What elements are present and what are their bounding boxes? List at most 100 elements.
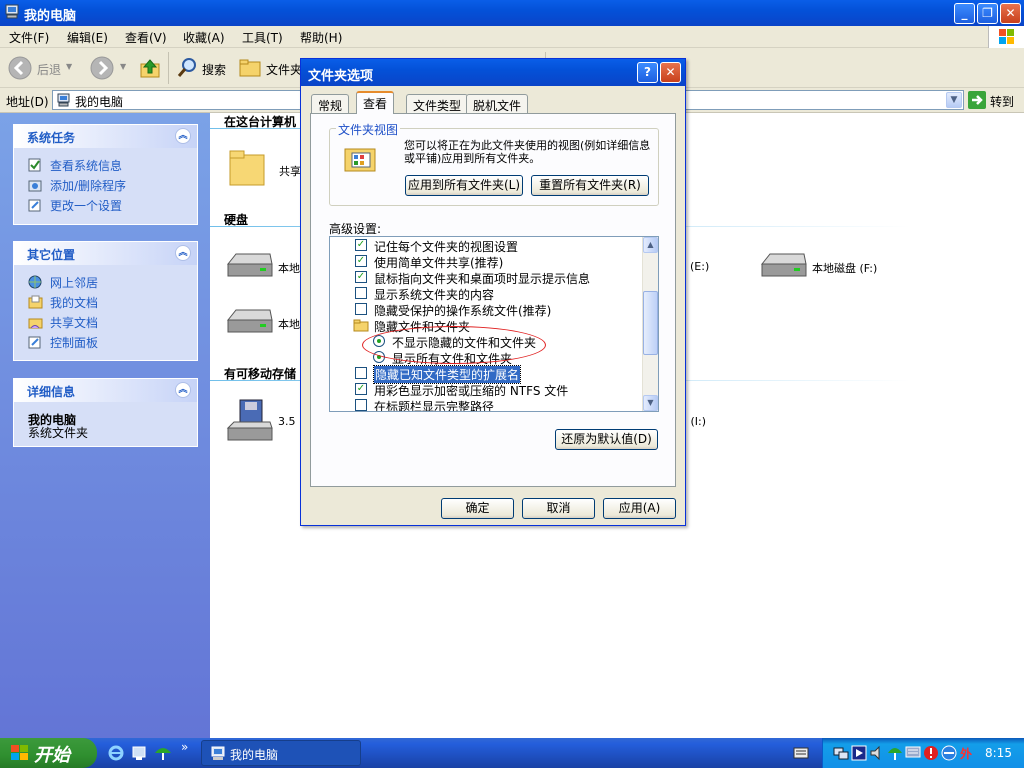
system-tasks-header[interactable]: 系统任务 ︽ (14, 125, 197, 148)
taskbar-item-my-computer[interactable]: 我的电脑 (201, 740, 361, 766)
shared-documents-icon (28, 318, 43, 329)
scroll-up-arrow-icon[interactable]: ▲ (643, 237, 658, 253)
folder-icon (229, 150, 265, 186)
link-change-setting[interactable]: 更改一个设置 (50, 197, 122, 214)
other-places-header[interactable]: 其它位置 ︽ (14, 242, 197, 265)
minimize-button[interactable]: _ (954, 3, 975, 24)
window-title: 我的电脑 (24, 9, 77, 24)
checkbox-checked[interactable]: ✓ (355, 255, 367, 267)
go-arrow-icon (968, 91, 986, 109)
windows-logo-icon (988, 26, 1024, 48)
checkbox-unchecked[interactable] (355, 399, 367, 411)
dialog-close-button[interactable]: ✕ (660, 62, 681, 83)
back-dropdown-icon: ▼ (66, 62, 73, 71)
restore-defaults-button[interactable]: 还原为默认值(D) (555, 429, 658, 450)
network-places-icon (28, 275, 42, 289)
my-computer-icon (5, 4, 19, 19)
link-shared-documents[interactable]: 共享文档 (50, 314, 98, 331)
apply-to-all-folders-button[interactable]: 应用到所有文件夹(L) (405, 175, 523, 196)
link-view-system-info[interactable]: 查看系统信息 (50, 157, 122, 174)
change-setting-icon (28, 199, 41, 212)
apply-button[interactable]: 应用(A) (603, 498, 676, 519)
network-adapter-icon[interactable] (905, 745, 921, 761)
menu-help[interactable]: 帮助(H) (300, 29, 342, 46)
media-player-icon[interactable] (851, 745, 867, 761)
checkbox-unchecked[interactable] (355, 303, 367, 315)
menu-edit[interactable]: 编辑(E) (67, 29, 108, 46)
network-connection-icon[interactable] (833, 745, 849, 761)
checkbox-checked[interactable]: ✓ (355, 271, 367, 283)
input-method-indicator[interactable]: 外 (960, 745, 972, 762)
setting-row[interactable]: ✓ 鼠标指向文件夹和桌面项时显示提示信息 (330, 269, 640, 286)
browser-tray-icon[interactable] (941, 745, 957, 761)
add-remove-programs-icon (28, 180, 42, 192)
menu-view[interactable]: 查看(V) (125, 29, 167, 46)
forward-button[interactable]: ▼ (88, 54, 128, 82)
taskbar-item-label: 我的电脑 (230, 748, 279, 762)
forward-arrow-icon (90, 56, 114, 80)
hard-disk-icon (226, 253, 273, 277)
maximize-button[interactable]: ❐ (977, 3, 998, 24)
link-my-documents[interactable]: 我的文档 (50, 294, 98, 311)
setting-row[interactable]: 隐藏受保护的操作系统文件(推荐) (330, 301, 640, 318)
forward-dropdown-icon: ▼ (120, 62, 127, 71)
setting-row[interactable]: 在标题栏显示完整路径 (330, 397, 640, 411)
umbrella-tray-icon[interactable] (887, 745, 903, 761)
speaker-icon[interactable] (869, 745, 885, 761)
checkbox-checked[interactable]: ✓ (355, 239, 367, 251)
back-button[interactable]: 后退 ▼ (6, 54, 74, 82)
setting-row[interactable]: ✓ 使用简单文件共享(推荐) (330, 253, 640, 270)
tab-view[interactable]: 查看 (356, 91, 395, 114)
collapse-chevron-icon[interactable]: ︽ (175, 128, 191, 144)
disk-e-label[interactable]: (E:) (690, 260, 709, 273)
close-button[interactable]: ✕ (1000, 3, 1021, 24)
dialog-title: 文件夹选项 (308, 69, 374, 84)
scroll-down-arrow-icon[interactable]: ▼ (643, 395, 658, 411)
dialog-help-button[interactable]: ? (637, 62, 658, 83)
start-button[interactable]: 开始 (0, 738, 97, 768)
checkbox-unchecked[interactable] (355, 367, 367, 379)
collapse-chevron-icon[interactable]: ︽ (175, 245, 191, 261)
collapse-chevron-icon[interactable]: ︽ (175, 382, 191, 398)
link-control-panel[interactable]: 控制面板 (50, 334, 98, 351)
setting-row[interactable]: 显示系统文件夹的内容 (330, 285, 640, 302)
tab-general[interactable]: 常规 (311, 94, 350, 113)
menu-favorites[interactable]: 收藏(A) (183, 29, 225, 46)
cancel-button[interactable]: 取消 (522, 498, 595, 519)
link-add-remove-programs[interactable]: 添加/删除程序 (50, 177, 126, 194)
checkbox-checked[interactable]: ✓ (355, 383, 367, 395)
reset-all-folders-button[interactable]: 重置所有文件夹(R) (531, 175, 649, 196)
menu-file[interactable]: 文件(F) (9, 29, 49, 46)
scroll-thumb[interactable] (643, 291, 658, 355)
window-titlebar[interactable]: 我的电脑 _ ❐ ✕ (0, 0, 1024, 26)
ok-button[interactable]: 确定 (441, 498, 514, 519)
dialog-titlebar[interactable]: 文件夹选项 ? ✕ (301, 59, 685, 86)
folder-views-group: 文件夹视图 您可以将正在为此文件夹使用的视图(例如详细信息或平铺)应用到所有文件… (329, 121, 659, 206)
setting-row-selected[interactable]: 隐藏已知文件类型的扩展名 (330, 365, 640, 384)
tab-file-types[interactable]: 文件类型 (406, 94, 469, 113)
setting-row[interactable]: ✓ 用彩色显示加密或压缩的 NTFS 文件 (330, 381, 640, 398)
address-dropdown-button[interactable]: ▼ (946, 92, 962, 108)
antivirus-icon[interactable] (923, 745, 939, 761)
tab-offline-files[interactable]: 脱机文件 (466, 94, 529, 113)
setting-row[interactable]: ✓ 记住每个文件夹的视图设置 (330, 237, 640, 254)
search-icon (177, 58, 196, 77)
folder-icon (353, 319, 369, 332)
quicklaunch-more-icon[interactable]: » (181, 740, 188, 754)
checkbox-unchecked[interactable] (355, 287, 367, 299)
keyboard-icon[interactable] (793, 747, 809, 759)
clock[interactable]: 8:15 (985, 746, 1012, 760)
menu-tools[interactable]: 工具(T) (242, 29, 283, 46)
details-header[interactable]: 详细信息 ︽ (14, 379, 197, 402)
umbrella-icon[interactable] (154, 745, 172, 761)
folders-button[interactable]: 文件夹 (236, 54, 302, 82)
taskbar: 开始 » 我的电脑 外 8:15 (0, 738, 1024, 768)
up-folder-icon[interactable] (138, 56, 162, 80)
search-button[interactable]: 搜索 (174, 54, 232, 82)
local-disk-f-item[interactable]: 本地磁盘 (F:) (760, 250, 910, 284)
link-network-places[interactable]: 网上邻居 (50, 274, 98, 291)
ie-icon[interactable] (108, 745, 124, 761)
list-scrollbar[interactable]: ▲ ▼ (642, 237, 658, 411)
network-icon[interactable] (131, 745, 147, 761)
folders-icon (239, 59, 261, 77)
